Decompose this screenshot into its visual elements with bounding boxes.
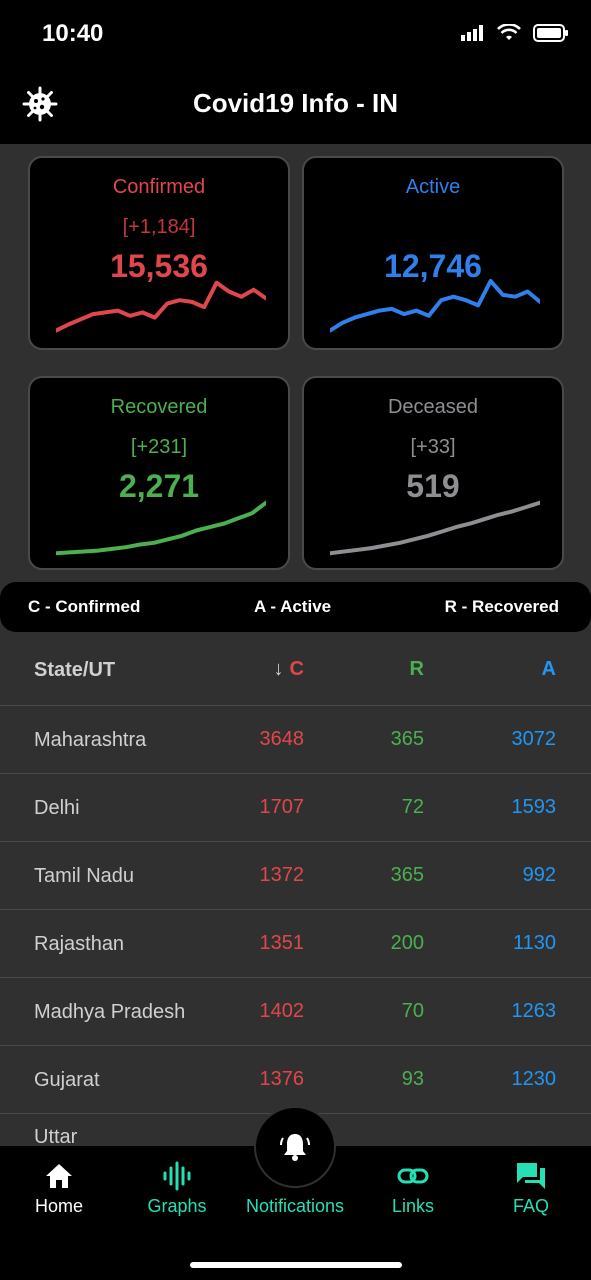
legend-active: A - Active xyxy=(253,597,332,616)
row-state: Gujarat xyxy=(34,1068,100,1091)
table-row[interactable]: Tamil Nadu 1372 365 992 xyxy=(0,842,591,910)
recovered-card[interactable]: Recovered [+231] 2,271 xyxy=(28,376,290,570)
bell-icon xyxy=(280,1134,310,1161)
row-recovered: 72 xyxy=(401,796,424,818)
table-row[interactable]: Rajasthan 1351 200 1130 xyxy=(0,910,591,978)
row-active: 1263 xyxy=(511,1000,557,1022)
battery-icon xyxy=(533,24,568,42)
sort-arrow-icon: ↓ xyxy=(273,658,284,680)
table-row[interactable]: Maharashtra 3648 365 3072 xyxy=(0,706,591,774)
table-row[interactable]: Gujarat 1376 93 1230 xyxy=(0,1046,591,1114)
row-state: Maharashtra xyxy=(34,728,147,751)
row-active: 1130 xyxy=(512,932,556,954)
nav-label: FAQ xyxy=(512,1196,549,1216)
recovered-sparkline xyxy=(56,500,266,556)
sparkline-line xyxy=(56,500,266,556)
confirmed-sparkline xyxy=(56,280,266,333)
sparkline-line xyxy=(330,279,540,333)
card-label: Confirmed xyxy=(112,176,206,198)
status-icons xyxy=(461,24,569,42)
row-state: Delhi xyxy=(34,796,80,819)
header-confirmed[interactable]: ↓ C xyxy=(200,658,304,681)
row-state: Rajasthan xyxy=(34,932,125,955)
nav-faq[interactable]: FAQ xyxy=(472,1160,590,1217)
wifi-icon xyxy=(497,24,521,40)
bottom-nav: Home Graphs Notifications Links FAQ xyxy=(0,1106,591,1280)
card-label: Recovered xyxy=(110,396,208,418)
home-icon xyxy=(46,1164,72,1188)
header-active[interactable]: A xyxy=(424,658,556,681)
nav-links[interactable]: Links xyxy=(354,1160,472,1217)
table-row[interactable]: Delhi 1707 72 1593 xyxy=(0,774,591,842)
faq-icon xyxy=(517,1163,545,1189)
row-confirmed: 1376 xyxy=(259,1068,305,1090)
link-icon xyxy=(397,1168,429,1184)
legend-confirmed: C - Confirmed xyxy=(28,597,141,616)
page-title: Covid19 Info - IN xyxy=(192,88,399,118)
stat-cards: Confirmed [+1,184] 15,536 Active 12,746 … xyxy=(28,156,564,570)
row-recovered: 200 xyxy=(390,932,424,954)
card-label: Active xyxy=(405,176,461,198)
nav-notifications[interactable]: Notifications xyxy=(236,1196,354,1217)
row-state: Madhya Pradesh xyxy=(34,1000,186,1023)
row-recovered: 70 xyxy=(401,1000,424,1022)
nav-label: Graphs xyxy=(147,1196,207,1216)
nav-home[interactable]: Home xyxy=(0,1160,118,1217)
active-sparkline xyxy=(330,279,540,333)
row-active: 1230 xyxy=(511,1068,557,1090)
row-confirmed: 1707 xyxy=(259,796,305,818)
legend-recovered: R - Recovered xyxy=(444,597,559,616)
row-recovered: 365 xyxy=(390,864,424,886)
active-card[interactable]: Active 12,746 xyxy=(302,156,564,350)
card-delta: [+231] xyxy=(130,436,188,458)
nav-graphs[interactable]: Graphs xyxy=(118,1160,236,1217)
deceased-card[interactable]: Deceased [+33] 519 xyxy=(302,376,564,570)
signal-icon xyxy=(461,25,483,41)
card-delta: [+33] xyxy=(410,436,456,458)
confirmed-card[interactable]: Confirmed [+1,184] 15,536 xyxy=(28,156,290,350)
notifications-fab[interactable] xyxy=(254,1106,336,1188)
legend-bar: C - Confirmed A - Active R - Recovered xyxy=(0,582,591,632)
deceased-sparkline xyxy=(330,500,540,556)
row-recovered: 365 xyxy=(390,728,424,750)
header-state[interactable]: State/UT xyxy=(0,657,200,683)
row-confirmed: 3648 xyxy=(259,728,305,750)
card-label: Deceased xyxy=(387,396,479,418)
sparkline-line xyxy=(56,280,266,333)
graphs-icon xyxy=(163,1161,191,1191)
status-time: 10:40 xyxy=(42,20,104,47)
nav-label: Links xyxy=(391,1196,435,1216)
table-header: State/UT ↓ C R A xyxy=(0,634,591,706)
row-active: 3072 xyxy=(511,728,557,750)
table-row[interactable]: Madhya Pradesh 1402 70 1263 xyxy=(0,978,591,1046)
header-recovered[interactable]: R xyxy=(304,658,424,681)
row-active: 992 xyxy=(522,864,556,886)
row-recovered: 93 xyxy=(401,1068,424,1090)
row-active: 1593 xyxy=(511,796,557,818)
status-bar: 10:40 xyxy=(0,0,591,70)
row-confirmed: 1372 xyxy=(259,864,305,886)
state-table: State/UT ↓ C R A Maharashtra 3648 365 3072 De… xyxy=(0,634,591,1154)
home-indicator xyxy=(190,1262,402,1268)
row-confirmed: 1402 xyxy=(259,1000,305,1022)
nav-label: Notifications xyxy=(245,1196,345,1216)
row-confirmed: 1351 xyxy=(259,932,305,954)
nav-label: Home xyxy=(34,1196,83,1216)
sparkline-line xyxy=(330,500,540,556)
card-delta: [+1,184] xyxy=(122,216,196,238)
app-header: Covid19 Info - IN xyxy=(0,70,591,144)
row-state: Tamil Nadu xyxy=(34,864,135,887)
